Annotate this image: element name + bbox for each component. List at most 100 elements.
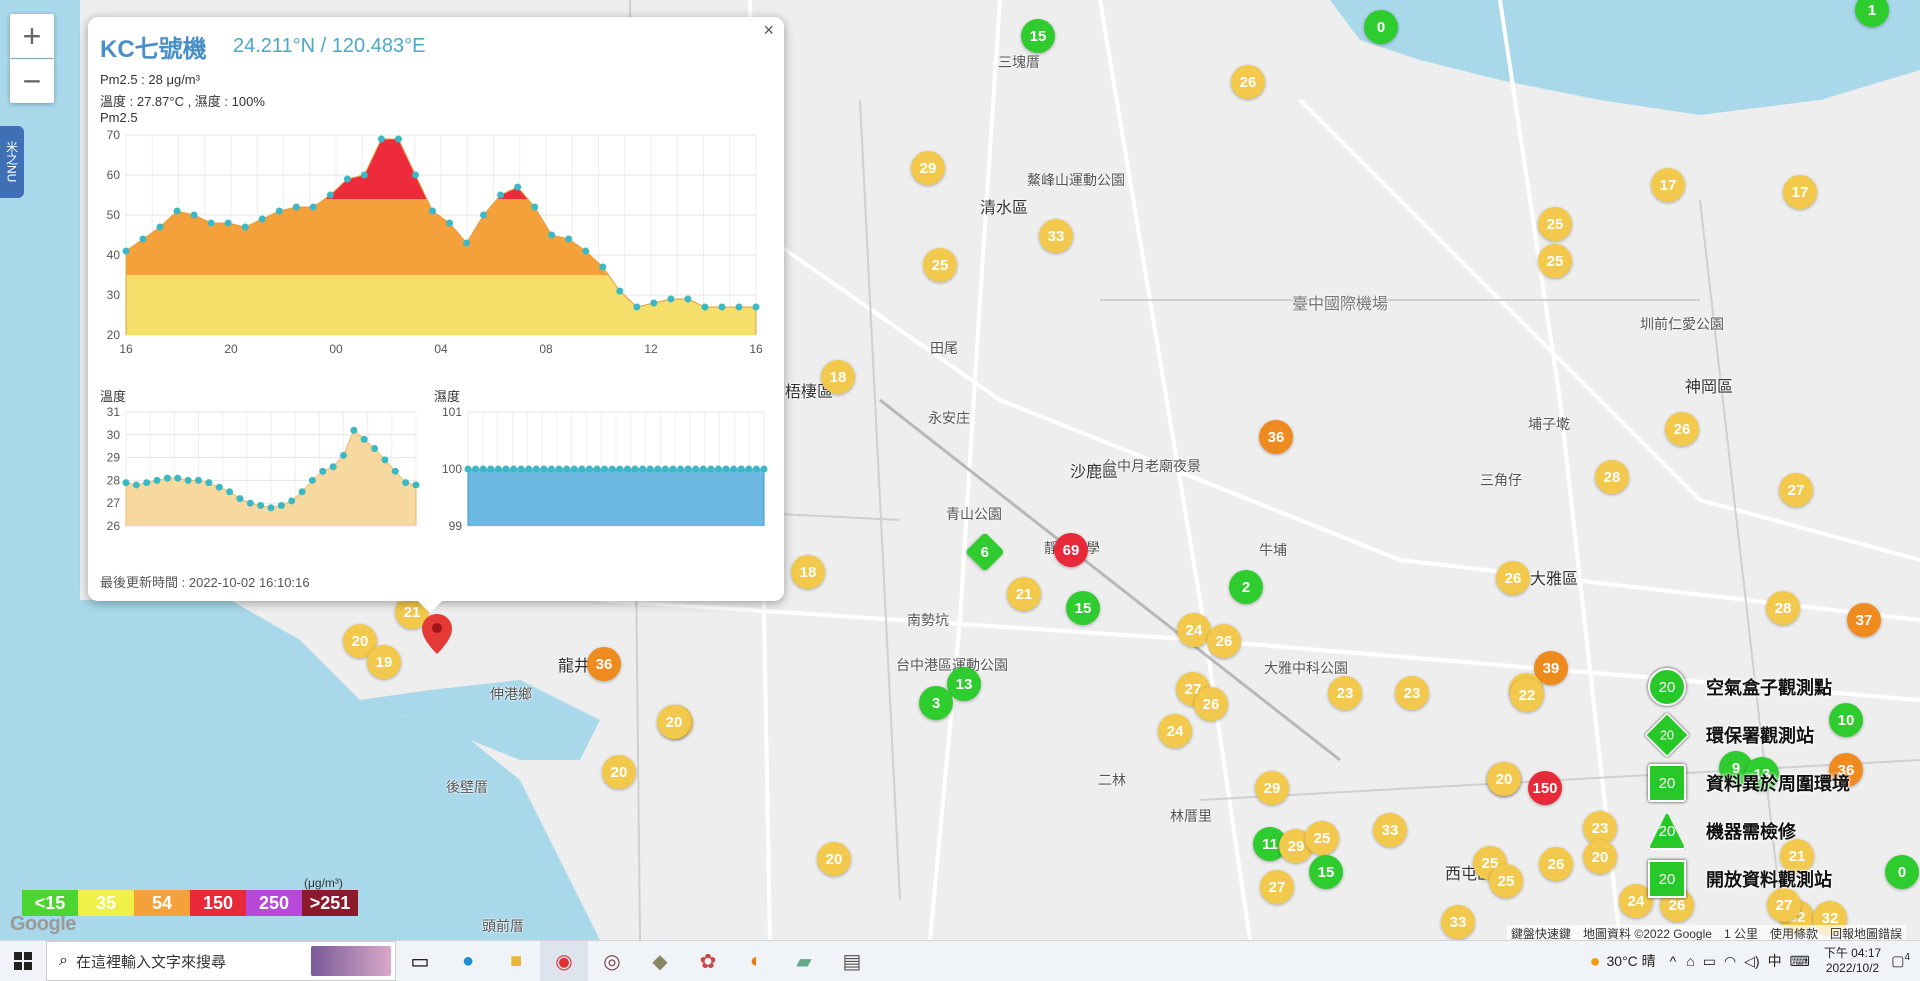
y-tick-label: 40 bbox=[107, 248, 121, 262]
edge-icon[interactable]: ● bbox=[444, 941, 492, 981]
station-marker[interactable]: 0 bbox=[1885, 855, 1919, 889]
station-marker[interactable]: 20 bbox=[1487, 762, 1521, 796]
marker-value: 27 bbox=[1268, 878, 1286, 896]
station-marker[interactable]: 20 bbox=[817, 842, 851, 876]
keyboard-icon[interactable]: ⌨ bbox=[1790, 953, 1810, 970]
clock[interactable]: 下午 04:17 2022/10/2 bbox=[1824, 946, 1881, 976]
station-marker[interactable]: 13 bbox=[947, 667, 981, 701]
ime-indicator[interactable]: 中 bbox=[1768, 951, 1782, 971]
app-icon-router[interactable]: ▤ bbox=[828, 941, 876, 981]
station-marker[interactable]: 150 bbox=[1528, 771, 1562, 805]
task-view-icon[interactable]: ▭ bbox=[396, 941, 444, 981]
data-point bbox=[257, 501, 265, 509]
app-icon-paint[interactable]: ✿ bbox=[684, 941, 732, 981]
zoom-in-button[interactable]: + bbox=[10, 14, 54, 58]
legend-row: 20 空氣盒子觀測點 bbox=[1648, 668, 1832, 706]
station-marker[interactable]: 26 bbox=[1231, 65, 1265, 99]
station-marker[interactable]: 26 bbox=[1539, 847, 1573, 881]
scale-segment: >251 bbox=[302, 890, 358, 916]
station-marker[interactable]: 15 bbox=[1066, 591, 1100, 625]
marker-value: 24 bbox=[1166, 722, 1184, 740]
start-button[interactable] bbox=[0, 941, 46, 981]
station-marker[interactable]: 20 bbox=[657, 705, 691, 739]
terms-link[interactable]: 使用條款 bbox=[1770, 925, 1818, 940]
station-marker[interactable]: 25 bbox=[1538, 244, 1572, 278]
station-marker[interactable]: 18 bbox=[791, 555, 825, 589]
station-marker[interactable]: 25 bbox=[1489, 864, 1523, 898]
marker-value: 23 bbox=[1403, 684, 1421, 702]
blender-icon[interactable]: ◐ bbox=[732, 941, 780, 981]
scale-segment: 35 bbox=[78, 890, 134, 916]
station-marker[interactable]: 21 bbox=[1007, 577, 1041, 611]
station-marker[interactable]: 20 bbox=[602, 755, 636, 789]
scale-bar-label[interactable]: 1 公里 bbox=[1724, 925, 1758, 940]
weather-text[interactable]: 30°C 晴 bbox=[1607, 951, 1656, 971]
station-marker[interactable]: 36 bbox=[587, 647, 621, 681]
location-pin-icon[interactable] bbox=[422, 614, 452, 659]
station-marker[interactable]: 0 bbox=[1364, 10, 1398, 44]
station-marker[interactable]: 25 bbox=[923, 248, 957, 282]
station-marker[interactable]: 29 bbox=[911, 151, 945, 185]
volume-icon[interactable]: ◁) bbox=[1744, 953, 1759, 970]
station-marker[interactable]: 26 bbox=[1207, 624, 1241, 658]
app-icon-box[interactable]: ▰ bbox=[780, 941, 828, 981]
station-marker[interactable]: 24 bbox=[1177, 613, 1211, 647]
station-marker[interactable]: 29 bbox=[1255, 771, 1289, 805]
file-explorer-icon[interactable]: ■ bbox=[492, 941, 540, 981]
station-marker[interactable]: 22 bbox=[1510, 678, 1544, 712]
data-point bbox=[360, 435, 368, 443]
station-marker[interactable]: 25 bbox=[1538, 207, 1572, 241]
station-marker[interactable]: 3 bbox=[919, 686, 953, 720]
wifi-icon[interactable]: ◠ bbox=[1724, 953, 1736, 970]
app-icon-compass[interactable]: ◎ bbox=[588, 941, 636, 981]
zoom-out-button[interactable]: − bbox=[10, 59, 54, 103]
station-marker[interactable]: 2 bbox=[1229, 570, 1263, 604]
chevron-up-icon[interactable]: ^ bbox=[1670, 953, 1677, 969]
station-marker[interactable]: 18 bbox=[821, 360, 855, 394]
station-marker[interactable]: 27 bbox=[1779, 473, 1813, 507]
chrome-icon[interactable]: ◉ bbox=[540, 941, 588, 981]
app-icon-gimp[interactable]: ◆ bbox=[636, 941, 684, 981]
battery-icon[interactable]: ▭ bbox=[1703, 953, 1716, 970]
data-point bbox=[143, 479, 151, 487]
station-marker[interactable]: 15 bbox=[1309, 855, 1343, 889]
station-marker[interactable]: 36 bbox=[1259, 420, 1293, 454]
station-marker[interactable]: 33 bbox=[1039, 219, 1073, 253]
notification-icon[interactable]: ▢4 bbox=[1891, 952, 1910, 970]
station-marker[interactable]: 23 bbox=[1328, 676, 1362, 710]
marker-value: 26 bbox=[1202, 695, 1220, 713]
station-marker[interactable]: 33 bbox=[1441, 905, 1475, 939]
marker-value: 19 bbox=[375, 653, 393, 671]
report-error-link[interactable]: 回報地圖錯誤 bbox=[1830, 925, 1902, 940]
station-marker[interactable]: 26 bbox=[1665, 412, 1699, 446]
marker-value: 17 bbox=[1791, 183, 1809, 201]
close-icon[interactable]: × bbox=[763, 20, 774, 41]
station-marker[interactable]: 28 bbox=[1766, 591, 1800, 625]
side-panel-tab[interactable]: 米之NU bbox=[0, 126, 24, 198]
x-tick-label: 16 bbox=[749, 342, 763, 356]
taskbar-search-box[interactable]: ⌕ 在這裡輸入文字來搜尋 bbox=[46, 941, 396, 981]
station-marker[interactable]: 27 bbox=[1260, 870, 1294, 904]
station-marker[interactable]: 25 bbox=[1305, 821, 1339, 855]
data-point bbox=[480, 211, 488, 219]
network-icon[interactable]: ⌂ bbox=[1686, 953, 1694, 969]
station-marker[interactable]: 23 bbox=[1395, 676, 1429, 710]
station-marker[interactable]: 37 bbox=[1847, 603, 1881, 637]
station-marker[interactable]: 26 bbox=[1496, 561, 1530, 595]
station-marker[interactable]: 33 bbox=[1373, 813, 1407, 847]
data-point bbox=[548, 231, 556, 239]
place-label: 後壁厝 bbox=[446, 779, 488, 795]
station-marker[interactable]: 19 bbox=[367, 645, 401, 679]
station-marker[interactable]: 10 bbox=[1829, 703, 1863, 737]
station-marker[interactable]: 15 bbox=[1021, 19, 1055, 53]
station-marker[interactable]: 17 bbox=[1651, 168, 1685, 202]
station-marker[interactable]: 69 bbox=[1054, 533, 1088, 567]
station-marker[interactable]: 20 bbox=[1583, 840, 1617, 874]
station-marker[interactable]: 17 bbox=[1783, 175, 1817, 209]
map-canvas[interactable]: 清水區 沙鹿區 龍井區 梧棲區 大雅區 神岡區 西屯區 臺中國際機場 三塊厝 鰲… bbox=[0, 0, 1920, 940]
place-label: 南勢坑 bbox=[907, 612, 949, 628]
station-marker[interactable]: 26 bbox=[1194, 687, 1228, 721]
keyboard-shortcuts-link[interactable]: 鍵盤快速鍵 bbox=[1511, 925, 1571, 940]
station-marker[interactable]: 28 bbox=[1595, 460, 1629, 494]
station-marker[interactable]: 24 bbox=[1158, 714, 1192, 748]
